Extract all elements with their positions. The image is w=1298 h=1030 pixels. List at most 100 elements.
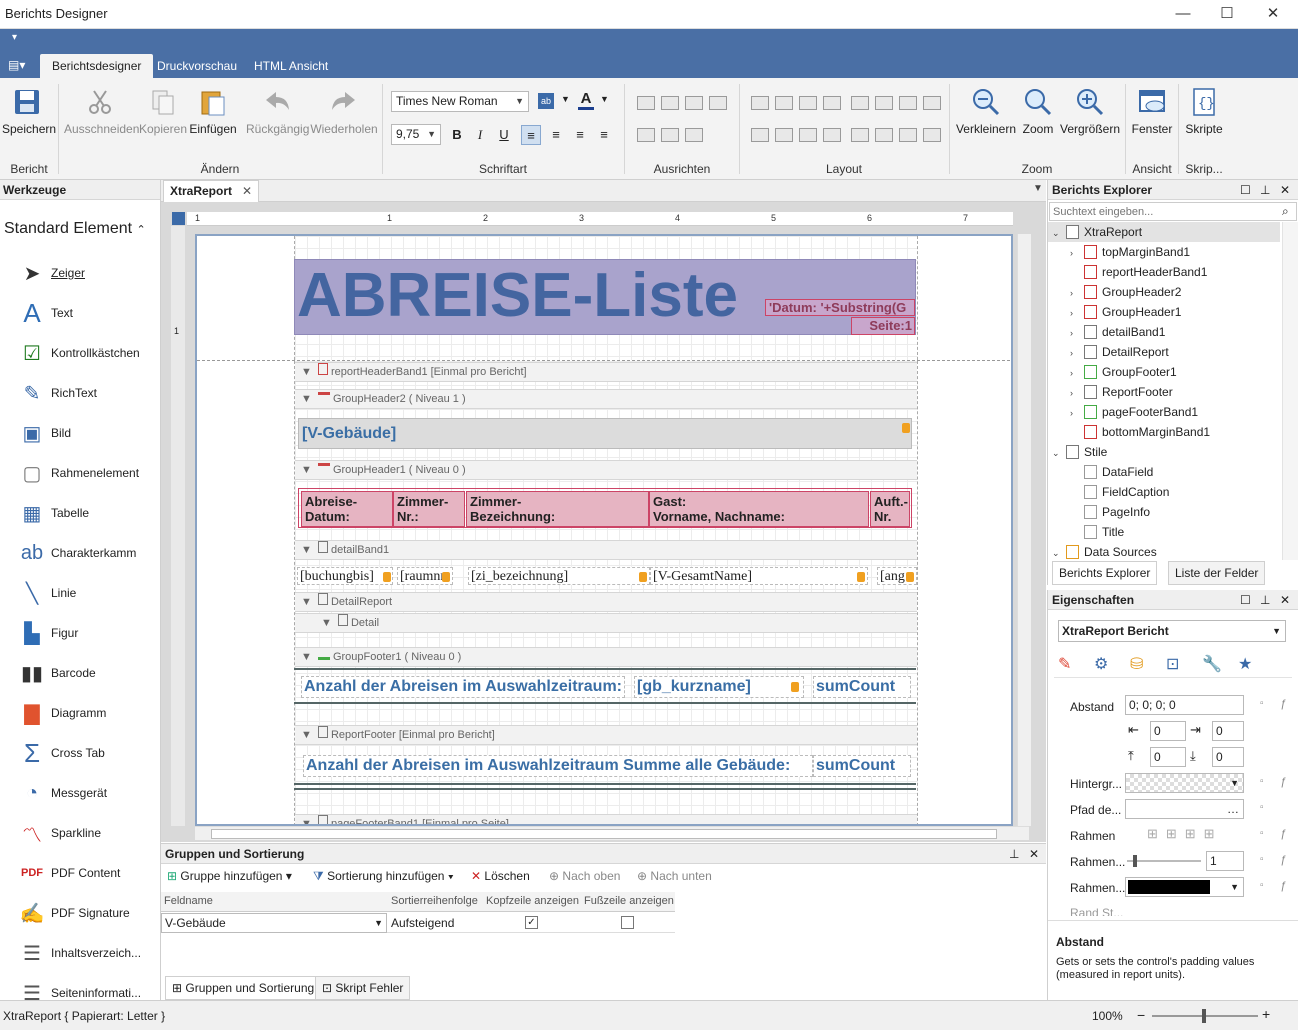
tool-messgerät[interactable]: ◔ Messgerät	[16, 773, 160, 813]
layout-icon-13[interactable]	[851, 128, 869, 142]
underline-button[interactable]: U	[494, 125, 514, 145]
maximize-panel-icon[interactable]: ☐	[1240, 180, 1251, 200]
align-middles-icon[interactable]	[661, 128, 679, 142]
header-cell-zimmer-nr[interactable]: Zimmer- Nr.:	[393, 491, 465, 527]
tree-node-groupheader1[interactable]: › GroupHeader1	[1048, 302, 1280, 322]
chevron-right-icon[interactable]: ›	[1070, 303, 1084, 323]
chevron-right-icon[interactable]: ›	[1070, 323, 1084, 343]
move-up-button[interactable]: ⊕ Nach oben	[549, 869, 620, 883]
align-center-icon[interactable]: ≡	[546, 125, 566, 145]
layout-icon-3[interactable]	[799, 96, 817, 110]
prop-pad-top[interactable]: 0	[1150, 747, 1186, 767]
close-button[interactable]: ✕	[1250, 0, 1296, 29]
prop-pad-bottom[interactable]: 0	[1212, 747, 1244, 767]
reset-icon[interactable]: ▫	[1260, 854, 1264, 865]
tool-linie[interactable]: ╲ Linie	[16, 573, 160, 613]
prop-rahmen-borders[interactable]: ⊞⊞⊞⊞	[1147, 826, 1243, 844]
band-group-header-2[interactable]: ▼ GroupHeader2 ( Niveau 1 )	[295, 389, 917, 409]
highlight-color-icon[interactable]: ab	[538, 93, 554, 109]
header-cell-gast[interactable]: Gast: Vorname, Nachname:	[649, 491, 869, 527]
tab-druckvorschau[interactable]: Druckvorschau	[145, 54, 249, 78]
tool-tabelle[interactable]: ▦ Tabelle	[16, 493, 160, 533]
align-right-icon[interactable]: ≡	[570, 125, 590, 145]
header-cell-abreise[interactable]: Abreise- Datum:	[301, 491, 393, 527]
prop-abstand-value[interactable]: 0; 0; 0; 0	[1125, 695, 1244, 715]
gebaeude-field[interactable]: [V-Gebäude]	[298, 418, 912, 449]
pin-icon[interactable]: ⊥	[1260, 180, 1270, 200]
collapse-icon[interactable]: ▼	[301, 729, 312, 741]
footer1-gb-kurzname[interactable]: [gb_kurzname]	[634, 676, 804, 698]
layout-icon[interactable]: ⊡	[1166, 654, 1179, 674]
bold-button[interactable]: B	[447, 125, 467, 145]
footer1-sumcount[interactable]: sumCount	[813, 676, 911, 698]
explorer-search-input[interactable]	[1049, 202, 1297, 221]
zoom-in-button[interactable]: Vergrößern	[1058, 86, 1122, 136]
tool-zeiger[interactable]: ➤ Zeiger	[16, 253, 160, 293]
band-detail-report[interactable]: ▼ DetailReport	[295, 592, 917, 612]
undo-button[interactable]: Rückgängig	[246, 86, 309, 136]
reset-icon[interactable]: ▫	[1260, 802, 1264, 813]
align-centers-icon[interactable]	[685, 96, 703, 110]
zoom-button[interactable]: Zoom	[1020, 86, 1056, 136]
horizontal-scrollbar[interactable]	[195, 826, 1029, 840]
row-footer-checkbox[interactable]	[621, 916, 634, 929]
layout-icon-7[interactable]	[899, 96, 917, 110]
pin-icon[interactable]: ⊥	[1009, 844, 1019, 864]
tree-node-groupheader2[interactable]: › GroupHeader2	[1048, 282, 1280, 302]
band-group-header-1[interactable]: ▼ GroupHeader1 ( Niveau 0 )	[295, 460, 917, 480]
prop-border-color[interactable]: ▼	[1125, 877, 1244, 897]
tree-node-reportheaderband1[interactable]: reportHeaderBand1	[1048, 262, 1280, 282]
brush-icon[interactable]: ✎	[1058, 654, 1071, 674]
align-to-grid-icon[interactable]	[637, 96, 655, 110]
tab-html-ansicht[interactable]: HTML Ansicht	[242, 54, 340, 78]
close-icon[interactable]: ✕	[1280, 590, 1290, 610]
tree-node-style-fieldcaption[interactable]: FieldCaption	[1048, 482, 1280, 502]
reset-icon[interactable]: ▫	[1260, 776, 1264, 787]
tree-node-xtrareport[interactable]: ⌄ XtraReport	[1048, 222, 1280, 242]
footer2-sumcount[interactable]: sumCount	[813, 755, 911, 777]
move-down-button[interactable]: ⊕ Nach unten	[637, 869, 712, 883]
horizontal-scrollbar-thumb[interactable]	[211, 829, 997, 839]
database-icon[interactable]: ⛁	[1130, 654, 1143, 674]
layout-icon-9[interactable]	[751, 128, 769, 142]
add-sort-button[interactable]: ⧩ Sortierung hinzufügen ▾	[313, 869, 454, 884]
detail-field-ang[interactable]: [ang	[877, 567, 917, 585]
tool-diagramm[interactable]: ▇ Diagramm	[16, 693, 160, 733]
tool-rahmenelement[interactable]: ▢ Rahmenelement	[16, 453, 160, 493]
tree-node-bottommarginband1[interactable]: bottomMarginBand1	[1048, 422, 1280, 442]
minimize-button[interactable]: —	[1160, 0, 1206, 29]
detail-field-raumnr[interactable]: [raumnr	[397, 567, 453, 585]
save-button[interactable]: Speichern	[2, 86, 56, 136]
layout-icon-11[interactable]	[799, 128, 817, 142]
close-icon[interactable]: ✕	[1029, 844, 1039, 864]
tree-node-style-datafield[interactable]: DataField	[1048, 462, 1280, 482]
align-left-icon[interactable]: ≡	[521, 125, 541, 145]
expression-icon[interactable]: ƒ	[1280, 854, 1286, 866]
tree-node-detailband1[interactable]: › detailBand1	[1048, 322, 1280, 342]
tool-bild[interactable]: ▣ Bild	[16, 413, 160, 453]
tool-pdf-content[interactable]: PDF PDF Content	[16, 853, 160, 893]
layout-icon-5[interactable]	[851, 96, 869, 110]
tree-node-style-pageinfo[interactable]: PageInfo	[1048, 502, 1280, 522]
tab-liste-der-felder[interactable]: Liste der Felder	[1168, 561, 1266, 585]
detail-field-gesamtname[interactable]: [V-GesamtName]	[650, 567, 868, 585]
tree-node-groupfooter1[interactable]: › GroupFooter1	[1048, 362, 1280, 382]
qat-dropdown-icon[interactable]: ▾	[12, 32, 17, 43]
tree-node-data-sources[interactable]: ⌄ Data Sources	[1048, 542, 1280, 560]
chevron-down-icon[interactable]: ⌄	[1052, 443, 1066, 463]
tree-node-detailreport[interactable]: › DetailReport	[1048, 342, 1280, 362]
scripts-button[interactable]: {} Skripte	[1180, 86, 1228, 136]
row-header-checkbox[interactable]: ✓	[525, 916, 538, 929]
chevron-right-icon[interactable]: ›	[1070, 283, 1084, 303]
star-icon[interactable]: ★	[1238, 654, 1252, 674]
band-group-footer-1[interactable]: ▼ GroupFooter1 ( Niveau 0 )	[295, 647, 917, 667]
tool-barcode[interactable]: ▮▮ Barcode	[16, 653, 160, 693]
prop-rahmen2-value[interactable]: 1	[1206, 851, 1244, 871]
prop-pad-right[interactable]: 0	[1212, 721, 1244, 741]
layout-icon-10[interactable]	[775, 128, 793, 142]
zoom-slider[interactable]	[1152, 1009, 1258, 1023]
chevron-right-icon[interactable]: ›	[1070, 383, 1084, 403]
tool-seiteninformati[interactable]: ☰ Seiteninformati...	[16, 973, 160, 1001]
chevron-right-icon[interactable]: ›	[1070, 343, 1084, 363]
zoom-in-small-icon[interactable]: +	[1262, 1006, 1270, 1022]
